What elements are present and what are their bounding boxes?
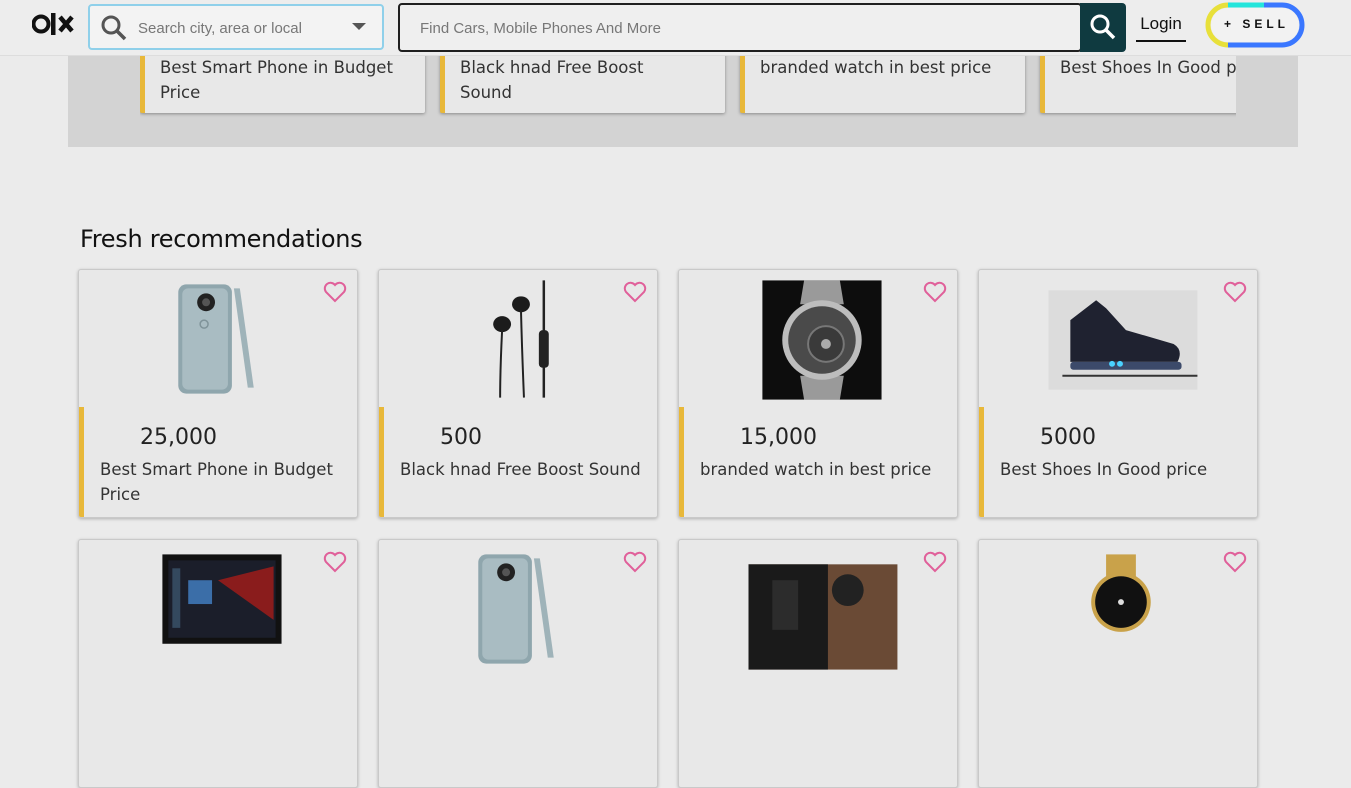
carousel-card[interactable]: Best Shoes In Good price	[1040, 55, 1236, 113]
card-price: 500	[440, 425, 482, 450]
card-title: Best Shoes In Good price	[1000, 460, 1208, 479]
shoe-image	[1048, 290, 1198, 390]
phone-image	[478, 554, 554, 664]
login-link[interactable]: Login	[1136, 14, 1186, 42]
product-card[interactable]: 15,000 branded watch in best price	[678, 269, 958, 518]
laptop-image	[162, 554, 282, 644]
card-info: 500 Black hnad Free Boost Sound	[379, 407, 657, 517]
product-card[interactable]	[978, 539, 1258, 788]
card-info: 25,000 Best Smart Phone in Budget Price	[79, 407, 357, 517]
watch-image	[762, 280, 882, 400]
card-info: 5000 Best Shoes In Good price	[979, 407, 1257, 517]
carousel-card[interactable]: Best Smart Phone in Budget Price	[140, 55, 425, 113]
product-card[interactable]: 500 Black hnad Free Boost Sound	[378, 269, 658, 518]
phone-image	[178, 284, 254, 394]
card-price: 25,000	[140, 425, 217, 450]
earphones-image	[493, 280, 549, 398]
sell-button[interactable]: + SELL	[1204, 1, 1306, 49]
camera-image	[748, 564, 898, 670]
carousel-card-title: Best Smart Phone in Budget Price	[160, 58, 393, 102]
card-price: 5000	[1040, 425, 1096, 450]
card-info: 15,000 branded watch in best price	[679, 407, 957, 517]
card-title: Best Smart Phone in Budget Price	[100, 460, 333, 504]
product-card[interactable]	[78, 539, 358, 788]
card-price: 15,000	[740, 425, 817, 450]
location-placeholder[interactable]: Search city, area or local	[138, 20, 302, 37]
product-card[interactable]: 5000 Best Shoes In Good price	[978, 269, 1258, 518]
search-button[interactable]	[1080, 3, 1126, 52]
location-search[interactable]: Search city, area or local	[88, 4, 384, 50]
carousel-card-title: Best Shoes In Good price	[1060, 58, 1236, 77]
search-placeholder[interactable]: Find Cars, Mobile Phones And More	[420, 20, 661, 37]
section-title: Fresh recommendations	[80, 225, 363, 253]
carousel-card-title: Black hnad Free Boost Sound	[460, 58, 644, 102]
gold-watch-image	[1091, 554, 1151, 632]
navbar: Search city, area or local Find Cars, Mo…	[0, 0, 1351, 56]
carousel-card-title: branded watch in best price	[760, 58, 992, 77]
search-input[interactable]: Find Cars, Mobile Phones And More	[398, 3, 1082, 52]
olx-logo[interactable]	[32, 11, 78, 37]
carousel-card[interactable]: branded watch in best price	[740, 55, 1025, 113]
chevron-down-icon[interactable]	[352, 23, 366, 30]
product-card[interactable]	[678, 539, 958, 788]
card-title: branded watch in best price	[700, 460, 932, 479]
product-card[interactable]	[378, 539, 658, 788]
search-icon	[1090, 14, 1116, 40]
card-title: Black hnad Free Boost Sound	[400, 460, 641, 479]
search-icon	[101, 15, 127, 41]
product-card[interactable]: 25,000 Best Smart Phone in Budget Price	[78, 269, 358, 518]
top-carousel: Best Smart Phone in Budget Price Black h…	[68, 55, 1298, 147]
sell-label: + SELL	[1224, 17, 1290, 31]
carousel-card[interactable]: Black hnad Free Boost Sound	[440, 55, 725, 113]
